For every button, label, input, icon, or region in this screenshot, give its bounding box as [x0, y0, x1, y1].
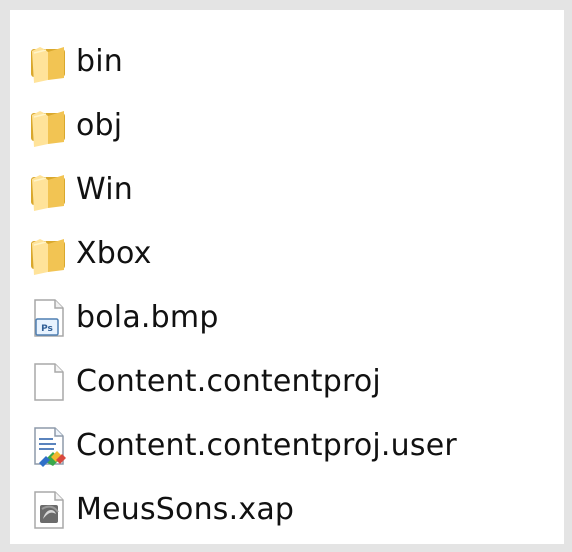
folder-icon [31, 47, 65, 83]
file-list: bin obj Win Xbox Ps bola.bmp Content.con… [26, 30, 457, 542]
folder-item-win[interactable]: Win [26, 158, 457, 222]
file-name: Win [76, 172, 133, 207]
file-name: MeusSons.xap [76, 492, 295, 527]
folder-icon [31, 239, 65, 275]
blank-file-icon [34, 363, 64, 401]
file-name: Content.contentproj [76, 364, 381, 399]
file-item-content-contentproj-user[interactable]: Content.contentproj.user [26, 414, 457, 478]
xap-package-icon [34, 491, 64, 529]
file-item-bola-bmp[interactable]: Ps bola.bmp [26, 286, 457, 350]
file-name: Xbox [76, 236, 152, 271]
user-settings-file-icon [34, 427, 66, 467]
file-name: bin [76, 44, 123, 79]
photoshop-file-icon: Ps [34, 299, 64, 337]
file-item-meussons-xap[interactable]: MeusSons.xap [26, 478, 457, 542]
svg-text:Ps: Ps [41, 324, 53, 334]
file-item-content-contentproj[interactable]: Content.contentproj [26, 350, 457, 414]
file-name: Content.contentproj.user [76, 428, 457, 463]
folder-item-obj[interactable]: obj [26, 94, 457, 158]
folder-item-bin[interactable]: bin [26, 30, 457, 94]
folder-item-xbox[interactable]: Xbox [26, 222, 457, 286]
file-name: obj [76, 108, 123, 143]
file-name: bola.bmp [76, 300, 219, 335]
folder-icon [31, 175, 65, 211]
folder-icon [31, 111, 65, 147]
